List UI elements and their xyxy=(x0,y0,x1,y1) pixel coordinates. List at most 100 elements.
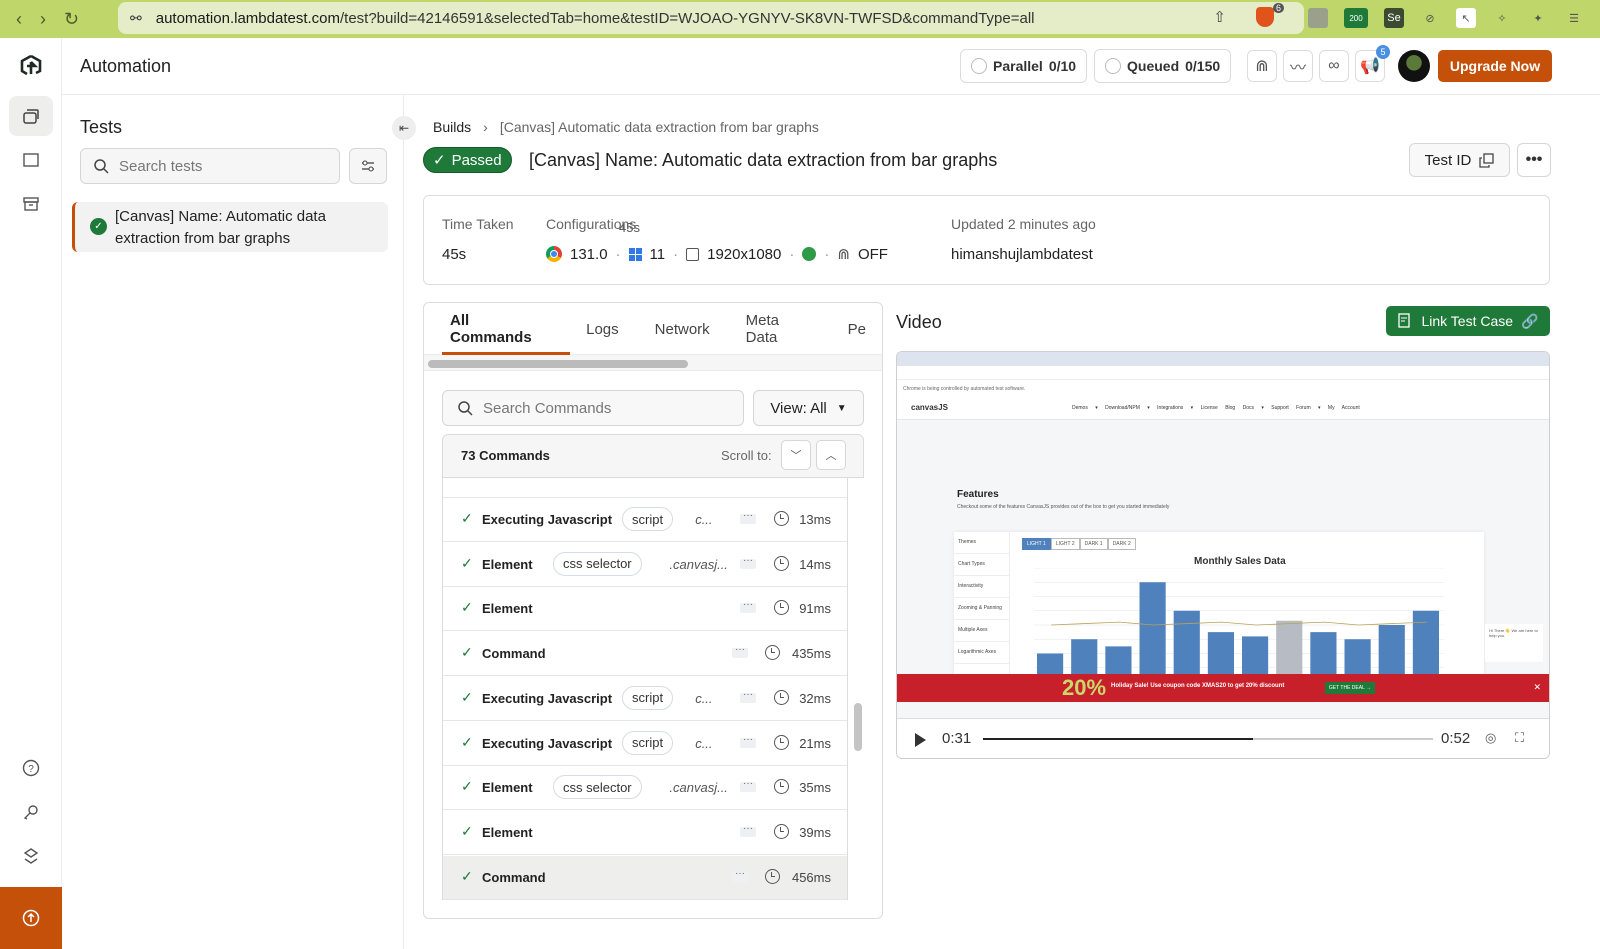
command-row[interactable]: ✓ Element css selector .canvasj... ··· 14ms xyxy=(443,543,847,587)
tabs-scrollbar[interactable] xyxy=(428,360,688,368)
fullscreen-icon[interactable]: ⛶ xyxy=(1515,730,1533,748)
feature-item: Interactivity xyxy=(954,576,1009,598)
forward-icon[interactable]: › xyxy=(40,9,46,30)
rail-automation-builds-icon[interactable] xyxy=(9,96,53,136)
search-commands-input[interactable]: Search Commands xyxy=(442,390,744,426)
command-options-icon[interactable]: ··· xyxy=(740,511,756,524)
collapse-panel-icon[interactable]: ⇤ xyxy=(392,116,416,140)
command-row[interactable]: ✓ Executing Javascript script c... ··· 13ms xyxy=(443,498,847,542)
rail-upgrade-button[interactable] xyxy=(0,887,62,949)
video-player[interactable]: Chrome is being controlled by automated … xyxy=(896,351,1550,759)
parallel-counter[interactable]: Parallel 0/10 xyxy=(960,49,1088,83)
brave-badge: 6 xyxy=(1272,3,1284,13)
command-name: Element xyxy=(482,601,533,617)
command-options-icon[interactable]: ··· xyxy=(732,645,748,659)
clock-icon xyxy=(774,600,789,616)
command-arg: c... xyxy=(695,735,713,751)
command-row[interactable]: ✓ Executing Javascript script c... ··· 21ms xyxy=(443,722,847,766)
brave-shields-icon[interactable] xyxy=(1256,7,1274,27)
link-button[interactable]: ∞ xyxy=(1319,50,1349,82)
command-row-partial[interactable] xyxy=(443,478,847,498)
filter-button[interactable] xyxy=(349,148,387,184)
commands-scrollbar[interactable] xyxy=(854,703,862,751)
command-name: Element xyxy=(482,824,533,840)
command-row[interactable]: ✓ Element ··· 91ms xyxy=(443,587,847,632)
view-filter-select[interactable]: View: All ▼ xyxy=(753,390,864,426)
tab-network[interactable]: Network xyxy=(637,303,728,355)
url-path: /test?build=42146591&selectedTab=home&te… xyxy=(340,9,1035,27)
scroll-up-button[interactable]: ︿ xyxy=(816,440,846,470)
tunnel-button[interactable]: ⋒ xyxy=(1247,50,1277,82)
tab-all-commands[interactable]: All Commands xyxy=(424,303,571,355)
site-settings-icon[interactable]: ⚯ xyxy=(130,10,142,27)
command-row[interactable]: ✓ Command ··· 435ms xyxy=(443,632,847,677)
link-test-case-button[interactable]: Link Test Case 🔗 xyxy=(1386,306,1550,336)
breadcrumb-builds[interactable]: Builds xyxy=(433,119,471,135)
queued-counter[interactable]: Queued 0/150 xyxy=(1094,49,1232,83)
command-name: Element xyxy=(482,556,533,572)
search-tests-input[interactable]: Search tests xyxy=(80,148,340,184)
upgrade-now-button[interactable]: Upgrade Now xyxy=(1438,50,1552,82)
parallel-status-icon xyxy=(971,58,987,74)
command-tag: script xyxy=(622,730,674,755)
back-icon[interactable]: ‹ xyxy=(16,9,22,30)
video-browser-address xyxy=(897,366,1549,380)
key-icon[interactable] xyxy=(9,792,53,832)
cursor-extension-icon[interactable]: ↖ xyxy=(1456,8,1476,28)
announcements-button[interactable]: 📢 5 xyxy=(1355,45,1390,82)
check-icon: ✓ xyxy=(461,733,473,750)
view-select-value: View: All xyxy=(770,399,827,417)
extension-icon[interactable]: ⊘ xyxy=(1420,8,1440,28)
video-info-bar: Chrome is being controlled by automated … xyxy=(897,380,1549,398)
user-avatar[interactable] xyxy=(1398,50,1430,82)
theme-buttons: LIGHT 1 LIGHT 2 DARK 1 DARK 2 xyxy=(1022,538,1136,550)
selenium-extension-icon[interactable]: Se xyxy=(1384,8,1404,28)
extension-icon[interactable] xyxy=(1308,8,1328,28)
video-seek-bar[interactable] xyxy=(983,738,1433,740)
command-options-icon[interactable]: ··· xyxy=(740,823,756,837)
status-label: Passed xyxy=(451,151,502,169)
sparkle-icon[interactable]: ✦ xyxy=(1528,8,1548,28)
command-options-icon[interactable]: ··· xyxy=(740,555,756,569)
share-icon[interactable]: ⇧ xyxy=(1213,8,1226,26)
windows-icon xyxy=(628,247,642,261)
test-id-button[interactable]: Test ID xyxy=(1409,143,1510,177)
command-options-icon[interactable]: ··· xyxy=(740,734,756,748)
tab-meta-data[interactable]: Meta Data xyxy=(728,303,830,355)
sales-chart xyxy=(1034,568,1444,682)
lambdatest-logo-icon[interactable] xyxy=(9,46,53,86)
command-options-icon[interactable]: ··· xyxy=(740,689,756,703)
tab-performance[interactable]: Pe xyxy=(830,303,882,355)
extension-counter-icon[interactable]: 200 xyxy=(1344,8,1368,28)
rail-archive-icon[interactable] xyxy=(9,184,53,224)
command-row[interactable]: ✓ Executing Javascript script c... ··· 32ms xyxy=(443,677,847,721)
command-options-icon[interactable]: ··· xyxy=(740,779,756,793)
current-time: 0:31 xyxy=(942,730,972,747)
tab-logs[interactable]: Logs xyxy=(568,303,637,355)
playback-speed-icon[interactable]: ◎ xyxy=(1485,730,1503,748)
command-row[interactable]: ✓ Element ··· 39ms xyxy=(443,811,847,855)
puzzle-icon[interactable]: ✧ xyxy=(1492,8,1512,28)
address-bar[interactable]: ⚯ automation.lambdatest.com/test?build=4… xyxy=(118,2,1304,34)
check-icon: ✓ xyxy=(461,778,473,795)
test-case-icon xyxy=(1398,313,1411,328)
reload-icon[interactable]: ↻ xyxy=(64,9,79,30)
clock-icon xyxy=(774,689,789,705)
parallel-label: Parallel xyxy=(993,58,1043,74)
help-icon[interactable]: ? xyxy=(9,748,53,788)
command-options-icon[interactable]: ··· xyxy=(740,600,756,614)
scroll-down-button[interactable]: ﹀ xyxy=(781,440,811,470)
test-list-item[interactable]: ✓ [Canvas] Name: Automatic data extracti… xyxy=(72,202,640,252)
video-controls: 0:31 0:52 ◎ ⛶ xyxy=(897,718,1549,758)
command-options-icon[interactable]: ··· xyxy=(732,868,748,882)
play-icon[interactable] xyxy=(915,733,926,747)
menu-icon[interactable]: ☰ xyxy=(1564,8,1584,28)
rail-window-icon[interactable] xyxy=(9,140,53,180)
analytics-button[interactable]: 〰 xyxy=(1283,50,1313,82)
command-name: Command xyxy=(482,869,546,885)
command-row[interactable]: ✓ Command ··· 456ms xyxy=(443,855,847,900)
command-row[interactable]: ✓ Element css selector .canvasj... ··· 35ms xyxy=(443,766,847,811)
more-options-button[interactable]: ••• xyxy=(1517,143,1551,177)
command-arg: .canvasj... xyxy=(669,556,728,572)
integrations-icon[interactable] xyxy=(9,836,53,876)
